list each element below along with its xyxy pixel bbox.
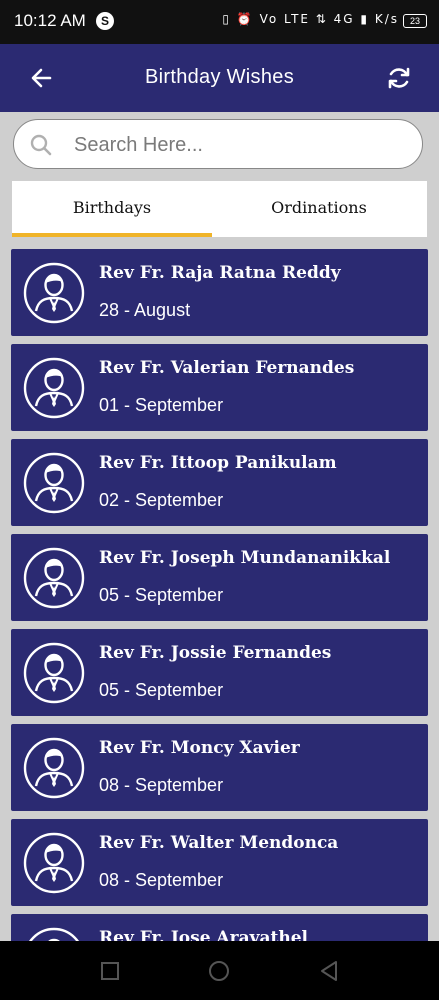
tab-ordinations[interactable]: Ordinations (219, 181, 419, 237)
birthday-card[interactable]: Rev Fr. Walter Mendonca 08 - September (11, 819, 428, 906)
recents-button-icon[interactable] (98, 959, 122, 983)
person-avatar-icon (22, 831, 86, 895)
birthday-list: Rev Fr. Raja Ratna Reddy 28 - August Rev F… (11, 249, 428, 941)
status-bar: 10:12 AM S ▯ ⏰ Vo LTE ⇅ 4G ▮ K/s 23 (0, 0, 439, 44)
birthday-card[interactable]: Rev Fr. Valerian Fernandes 01 - September (11, 344, 428, 431)
birthday-card[interactable]: Rev Fr. Joseph Mundananikkal 05 - Septemb… (11, 534, 428, 621)
person-name: Rev Fr. Jose Aravathel (99, 928, 308, 941)
person-name: Rev Fr. Raja Ratna Reddy (99, 263, 341, 283)
person-name: Rev Fr. Walter Mendonca (99, 833, 339, 853)
tab-ordinations-label: Ordinations (271, 198, 367, 217)
person-name: Rev Fr. Moncy Xavier (99, 738, 300, 758)
page-title: Birthday Wishes (145, 66, 294, 88)
birthday-card[interactable]: Rev Fr. Raja Ratna Reddy 28 - August (11, 249, 428, 336)
search-input[interactable] (72, 130, 406, 160)
active-tab-indicator (12, 233, 212, 237)
birthday-date: 05 - September (99, 585, 224, 605)
birthday-card[interactable]: Rev Fr. Jose Aravathel (11, 914, 428, 941)
tab-birthdays-label: Birthdays (72, 198, 152, 217)
birthday-card[interactable]: Rev Fr. Moncy Xavier 08 - September (11, 724, 428, 811)
tab-birthdays[interactable]: Birthdays (12, 181, 212, 237)
person-name: Rev Fr. Valerian Fernandes (99, 358, 355, 378)
person-avatar-icon (22, 546, 86, 610)
person-avatar-icon (22, 736, 86, 800)
birthday-date: 28 - August (99, 300, 191, 320)
birthday-date: 05 - September (99, 680, 224, 700)
person-name: Rev Fr. Jossie Fernandes (99, 643, 332, 663)
birthday-date: 08 - September (99, 870, 224, 890)
person-avatar-icon (22, 926, 86, 941)
refresh-button[interactable] (385, 64, 413, 92)
person-avatar-icon (22, 451, 86, 515)
tab-bar: Birthdays Ordinations (12, 181, 427, 237)
birthday-date: 02 - September (99, 490, 224, 510)
refresh-icon (388, 67, 410, 89)
person-avatar-icon (22, 356, 86, 420)
app-notification-icon: S (96, 12, 114, 30)
person-name: Rev Fr. Ittoop Panikulam (99, 453, 337, 473)
search-bar[interactable] (13, 119, 423, 169)
birthday-card[interactable]: Rev Fr. Ittoop Panikulam 02 - September (11, 439, 428, 526)
status-time: 10:12 AM (14, 11, 86, 30)
search-icon (30, 134, 52, 156)
person-avatar-icon (22, 261, 86, 325)
person-avatar-icon (22, 641, 86, 705)
back-button-icon[interactable] (317, 959, 341, 983)
battery-icon: 23 (403, 14, 427, 28)
home-button-icon[interactable] (207, 959, 231, 983)
person-name: Rev Fr. Joseph Mundananikkal (99, 548, 391, 568)
birthday-date: 01 - September (99, 395, 224, 415)
app-bar: Birthday Wishes (0, 44, 439, 112)
system-nav-bar (0, 941, 439, 1000)
status-indicators: ▯ ⏰ Vo LTE ⇅ 4G ▮ K/s (222, 12, 399, 26)
birthday-date: 08 - September (99, 775, 224, 795)
birthday-card[interactable]: Rev Fr. Jossie Fernandes 05 - September (11, 629, 428, 716)
